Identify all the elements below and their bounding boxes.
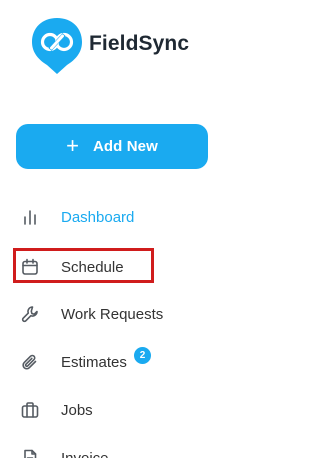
nav-item-jobs[interactable]: Jobs	[20, 395, 93, 425]
add-new-button[interactable]: + Add New	[16, 124, 208, 169]
nav-label-schedule: Schedule	[61, 258, 124, 276]
brand-logo[interactable]: FieldSync	[30, 16, 189, 76]
estimates-count-badge: 2	[133, 346, 152, 365]
plus-icon: +	[66, 132, 79, 158]
nav-item-invoice[interactable]: Invoice	[20, 443, 109, 458]
fieldsync-logo-icon	[32, 18, 82, 74]
nav-label-dashboard: Dashboard	[61, 208, 135, 226]
nav-item-dashboard[interactable]: Dashboard	[20, 202, 134, 232]
paperclip-icon	[20, 352, 40, 372]
nav-label-work-requests: Work Requests	[61, 305, 164, 323]
bar-chart-icon	[20, 207, 40, 227]
app-name: FieldSync	[89, 32, 190, 55]
add-new-label: Add New	[92, 138, 158, 155]
nav-item-schedule[interactable]: Schedule	[20, 252, 124, 282]
nav-label-invoice: Invoice	[61, 449, 109, 458]
nav-label-jobs: Jobs	[61, 401, 93, 419]
document-icon	[20, 448, 40, 458]
sidebar: FieldSync + Add New Dashboard Schedule W…	[0, 0, 249, 458]
nav-item-work-requests[interactable]: Work Requests	[20, 299, 163, 329]
calendar-icon	[20, 257, 40, 277]
wrench-icon	[20, 304, 40, 324]
nav-label-estimates: Estimates	[61, 353, 127, 371]
nav-item-estimates[interactable]: Estimates	[20, 347, 127, 377]
briefcase-icon	[20, 400, 40, 420]
